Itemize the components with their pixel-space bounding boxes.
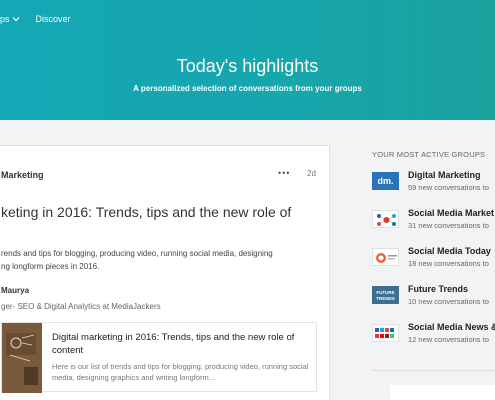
group-item-social-media-today[interactable]: Social Media Today 18 new conversations … <box>372 246 495 278</box>
group-conversation-count: 59 new conversations to <box>408 183 489 192</box>
group-item-social-media-news[interactable]: Social Media News & 12 new conversations… <box>372 322 495 354</box>
link-preview-description: Here is our list of trends and tips for … <box>52 362 309 382</box>
sidebar-divider <box>372 370 495 371</box>
post-author-role: ger- SEO & Digital Analytics at MediaJac… <box>1 302 161 311</box>
nav-my-groups[interactable]: ps <box>0 14 20 24</box>
link-preview-image <box>2 323 42 393</box>
dm-logo-text: dm. <box>377 176 394 186</box>
group-conversation-count: 31 new conversations to <box>408 221 489 230</box>
top-navigation: ps Discover <box>0 10 71 28</box>
highlights-header: ps Discover Today's highlights A persona… <box>0 0 495 120</box>
group-name[interactable]: Future Trends <box>408 284 468 294</box>
post-group-name[interactable]: Marketing <box>1 170 44 180</box>
group-item-digital-marketing[interactable]: dm. Digital Marketing 59 new conversatio… <box>372 170 495 202</box>
future-trends-logo-text: FUTURE TRENDS <box>376 290 395 301</box>
more-options-icon[interactable]: ••• <box>278 168 290 178</box>
conversation-card: Marketing ••• 2d keting in 2016: Trends,… <box>0 145 330 400</box>
nav-my-groups-label: ps <box>0 14 10 24</box>
post-excerpt-line: ng longform pieces in 2016. <box>1 262 100 271</box>
group-name[interactable]: Social Media News & <box>408 322 495 332</box>
post-excerpt-line: rends and tips for blogging, producing v… <box>1 249 273 258</box>
post-author-name[interactable]: Maurya <box>1 286 29 295</box>
chevron-down-icon <box>12 17 19 22</box>
post-title[interactable]: keting in 2016: Trends, tips and the new… <box>1 204 291 220</box>
group-name[interactable]: Digital Marketing <box>408 170 481 180</box>
social-media-today-logo <box>372 248 399 266</box>
group-item-future-trends[interactable]: FUTURE TRENDS Future Trends 10 new conve… <box>372 284 495 316</box>
link-preview-title[interactable]: Digital marketing in 2016: Trends, tips … <box>52 331 312 357</box>
link-preview[interactable]: Digital marketing in 2016: Trends, tips … <box>1 322 317 393</box>
post-excerpt: rends and tips for blogging, producing v… <box>1 247 301 273</box>
group-item-social-media-marketing[interactable]: Social Media Market 31 new conversations… <box>372 208 495 240</box>
post-timestamp: 2d <box>307 169 316 178</box>
group-name[interactable]: Social Media Market <box>408 208 494 218</box>
group-conversation-count: 12 new conversations to <box>408 335 489 344</box>
social-media-marketing-logo <box>372 210 399 228</box>
page-subtitle: A personalized selection of conversation… <box>133 84 362 93</box>
active-groups-heading: YOUR MOST ACTIVE GROUPS <box>372 150 486 159</box>
group-conversation-count: 18 new conversations to <box>408 259 489 268</box>
social-media-news-logo <box>372 324 399 342</box>
page-title: Today's highlights <box>176 56 319 76</box>
future-trends-logo: FUTURE TRENDS <box>372 286 399 304</box>
nav-discover-label: Discover <box>35 14 71 24</box>
dm-logo: dm. <box>372 172 399 190</box>
group-conversation-count: 10 new conversations to <box>408 297 489 306</box>
group-name[interactable]: Social Media Today <box>408 246 491 256</box>
sidebar-next-card <box>390 385 495 400</box>
nav-discover[interactable]: Discover <box>36 14 71 24</box>
